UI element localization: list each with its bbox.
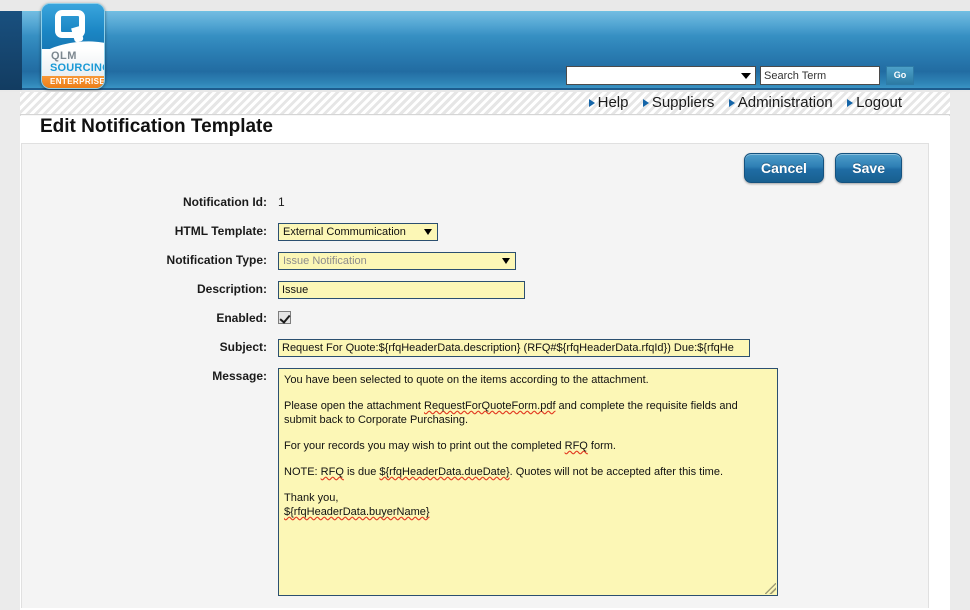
- spellcheck-flagged-text: ${rfqHeaderData.dueDate}: [379, 466, 510, 478]
- spellcheck-flagged-text: RequestForQuoteForm.pdf: [424, 400, 556, 412]
- logo-text-qlm: QLM: [51, 50, 77, 62]
- html-template-value: External Commumication: [283, 226, 406, 238]
- nav-item-help[interactable]: Help: [588, 92, 629, 114]
- arrow-right-icon: [847, 99, 854, 108]
- search-category-select[interactable]: [566, 66, 756, 85]
- primary-nav: Help Suppliers Administration Logout: [578, 92, 902, 115]
- header-search-area: Go: [566, 66, 914, 85]
- message-textarea-content: You have been selected to quote on the i…: [284, 373, 772, 519]
- message-text: Thank you,: [284, 492, 339, 504]
- message-text: Please open the attachment: [284, 400, 425, 412]
- message-textarea[interactable]: You have been selected to quote on the i…: [278, 368, 778, 596]
- notification-type-label: Notification Type:: [166, 253, 267, 267]
- form-panel: Cancel Save Notification Id: 1 HTML Temp…: [21, 143, 929, 608]
- message-paragraph: For your records you may wish to print o…: [284, 439, 772, 453]
- message-paragraph: NOTE: RFQ is due ${rfqHeaderData.dueDate…: [284, 465, 772, 479]
- nav-item-label: Suppliers: [651, 94, 715, 111]
- description-label: Description:: [196, 282, 267, 296]
- spellcheck-flagged-text: RFQ: [564, 440, 588, 452]
- action-buttons: Cancel Save: [736, 153, 902, 183]
- field-row-enabled: Enabled:: [22, 310, 930, 330]
- site-header: QLM SOURCING ENTERPRISE Go: [0, 0, 970, 92]
- nav-item-label: Administration: [737, 94, 833, 111]
- nav-item-logout[interactable]: Logout: [847, 92, 902, 114]
- cancel-button[interactable]: Cancel: [744, 153, 824, 183]
- message-text: You have been selected to quote on the i…: [284, 374, 649, 386]
- spellcheck-flagged-text: RFQ: [320, 466, 344, 478]
- field-row-description: Description:: [22, 281, 930, 301]
- title-row: Edit Notification Template: [20, 116, 950, 142]
- textarea-resize-handle[interactable]: [765, 583, 776, 594]
- arrow-right-icon: [728, 99, 735, 108]
- message-paragraph: You have been selected to quote on the i…: [284, 373, 772, 387]
- qlm-sourcing-logo[interactable]: QLM SOURCING ENTERPRISE: [41, 3, 105, 89]
- chevron-down-icon: [502, 258, 510, 264]
- header-left-slab: [0, 11, 22, 90]
- nav-strip: Help Suppliers Administration Logout: [20, 92, 950, 115]
- subject-input[interactable]: [278, 339, 750, 357]
- description-input[interactable]: [278, 281, 525, 299]
- content-area: Cancel Save Notification Id: 1 HTML Temp…: [20, 142, 950, 610]
- search-go-button[interactable]: Go: [886, 66, 914, 85]
- notification-id-value: 1: [278, 195, 285, 209]
- spellcheck-flagged-text: ${rfqHeaderData.buyerName}: [284, 506, 430, 518]
- message-text: submit back to Corporate Purchasing.: [284, 414, 469, 426]
- arrow-right-icon: [642, 99, 649, 108]
- enabled-label: Enabled:: [216, 311, 267, 325]
- nav-item-suppliers[interactable]: Suppliers: [642, 92, 715, 114]
- message-paragraph: Please open the attachment RequestForQuo…: [284, 399, 772, 427]
- page-title: Edit Notification Template: [40, 116, 273, 137]
- enabled-checkbox[interactable]: [278, 311, 291, 325]
- field-row-html-template: HTML Template: External Commumication: [22, 223, 930, 243]
- logo-text-sourcing: SOURCING: [50, 62, 105, 74]
- message-text: NOTE:: [284, 466, 321, 478]
- notification-id-label: Notification Id:: [183, 195, 267, 209]
- field-row-message: Message: You have been selected to quote…: [22, 368, 930, 596]
- message-text: For your records you may wish to print o…: [284, 440, 565, 452]
- notification-type-value: Issue Notification: [283, 255, 367, 267]
- search-input[interactable]: [760, 66, 880, 85]
- nav-item-label: Logout: [856, 94, 902, 111]
- arrow-right-icon: [588, 99, 595, 108]
- html-template-select[interactable]: External Commumication: [278, 223, 438, 241]
- subject-label: Subject:: [219, 340, 267, 354]
- message-paragraph: Thank you, ${rfqHeaderData.buyerName}: [284, 491, 772, 519]
- message-text: is due: [343, 466, 380, 478]
- message-text: form.: [587, 440, 616, 452]
- logo-text-enterprise: ENTERPRISE: [50, 77, 105, 86]
- field-row-notification-id: Notification Id: 1: [22, 194, 930, 214]
- chevron-down-icon: [424, 229, 432, 235]
- message-text: and complete the requisite fields and: [555, 400, 738, 412]
- message-text: . Quotes will not be accepted after this…: [509, 466, 724, 478]
- save-button[interactable]: Save: [835, 153, 902, 183]
- notification-template-form: Notification Id: 1 HTML Template: Extern…: [22, 194, 930, 605]
- q-mark-icon: [55, 10, 91, 43]
- html-template-label: HTML Template:: [174, 224, 267, 238]
- field-row-subject: Subject:: [22, 339, 930, 359]
- nav-item-administration[interactable]: Administration: [728, 92, 833, 114]
- message-label: Message:: [212, 369, 267, 383]
- nav-item-label: Help: [597, 94, 629, 111]
- notification-type-select[interactable]: Issue Notification: [278, 252, 516, 270]
- chevron-down-icon: [741, 73, 751, 79]
- field-row-notification-type: Notification Type: Issue Notification: [22, 252, 930, 272]
- app-window: QLM SOURCING ENTERPRISE Go Help Supplier…: [0, 0, 970, 610]
